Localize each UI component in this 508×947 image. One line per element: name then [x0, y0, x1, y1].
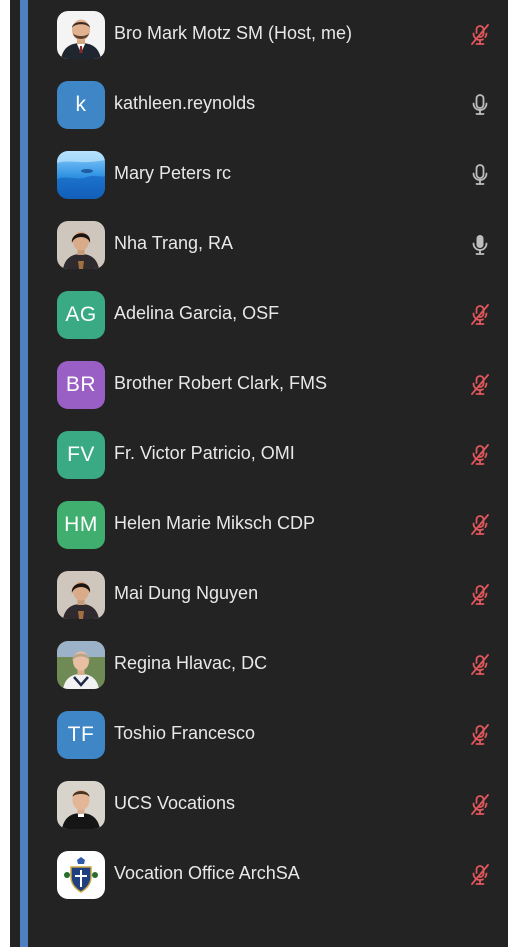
participant-avatar: BR	[57, 361, 105, 409]
participant-row[interactable]: HM Helen Marie Miksch CDP	[10, 490, 508, 560]
mic-icon[interactable]	[466, 91, 494, 119]
participant-name: Mai Dung Nguyen	[114, 583, 259, 603]
mic-muted-icon[interactable]	[466, 511, 494, 539]
participant-row[interactable]: FV Fr. Victor Patricio, OMI	[10, 420, 508, 490]
woman-photo	[57, 571, 105, 619]
participant-name: Regina Hlavac, DC	[114, 653, 268, 673]
participants-panel: Bro Mark Motz SM (Host, me) k kathleen.rey…	[10, 0, 508, 947]
participant-name: Brother Robert Clark, FMS	[114, 373, 328, 393]
participant-avatar: AG	[57, 291, 105, 339]
participant-name: Vocation Office ArchSA	[114, 863, 300, 883]
participant-row[interactable]: Nha Trang, RA	[10, 210, 508, 280]
participant-avatar: HM	[57, 501, 105, 549]
ocean-photo	[57, 151, 105, 199]
participant-avatar	[57, 151, 105, 199]
archdiocese-crest-logo	[57, 851, 105, 899]
participant-name: Nha Trang, RA	[114, 233, 234, 253]
mic-muted-icon[interactable]	[466, 21, 494, 49]
avatar-initials: BR	[65, 373, 97, 396]
avatar-initials: k	[75, 93, 87, 116]
priest-photo	[57, 781, 105, 829]
mic-muted-icon[interactable]	[466, 301, 494, 329]
participant-row[interactable]: Mai Dung Nguyen	[10, 560, 508, 630]
participant-row[interactable]: Bro Mark Motz SM (Host, me)	[10, 0, 508, 70]
man-in-suit-photo	[57, 11, 105, 59]
mic-muted-icon[interactable]	[466, 791, 494, 819]
avatar-initials: TF	[67, 723, 95, 746]
avatar-initials: HM	[64, 513, 98, 536]
mic-muted-icon[interactable]	[466, 371, 494, 399]
participant-avatar	[57, 11, 105, 59]
participant-row[interactable]: TF Toshio Francesco	[10, 700, 508, 770]
participant-row[interactable]: Vocation Office ArchSA	[10, 840, 508, 910]
participant-avatar	[57, 781, 105, 829]
participant-name: kathleen.reynolds	[114, 93, 256, 113]
participant-avatar	[57, 641, 105, 689]
participant-name: Mary Peters rc	[114, 163, 232, 183]
participant-name: Helen Marie Miksch CDP	[114, 513, 316, 533]
participant-name: Bro Mark Motz SM (Host, me)	[114, 23, 353, 43]
participant-row[interactable]: BR Brother Robert Clark, FMS	[10, 350, 508, 420]
participant-avatar	[57, 851, 105, 899]
mic-muted-icon[interactable]	[466, 581, 494, 609]
avatar-initials: FV	[67, 443, 95, 466]
participant-name: Fr. Victor Patricio, OMI	[114, 443, 295, 463]
mic-muted-icon[interactable]	[466, 721, 494, 749]
participant-avatar: k	[57, 81, 105, 129]
participant-row[interactable]: Mary Peters rc	[10, 140, 508, 210]
participant-name: Adelina Garcia, OSF	[114, 303, 280, 323]
mic-muted-icon[interactable]	[466, 441, 494, 469]
mic-muted-icon[interactable]	[466, 861, 494, 889]
woman-outdoor-photo	[57, 641, 105, 689]
avatar-initials: AG	[65, 303, 97, 326]
participant-row[interactable]: UCS Vocations	[10, 770, 508, 840]
participant-avatar	[57, 571, 105, 619]
woman-photo	[57, 221, 105, 269]
participant-avatar	[57, 221, 105, 269]
participant-avatar: TF	[57, 711, 105, 759]
participant-row[interactable]: Regina Hlavac, DC	[10, 630, 508, 700]
participant-avatar: FV	[57, 431, 105, 479]
mic-filled-icon[interactable]	[466, 231, 494, 259]
participant-name: Toshio Francesco	[114, 723, 256, 743]
participant-name: UCS Vocations	[114, 793, 236, 813]
mic-icon[interactable]	[466, 161, 494, 189]
participant-row[interactable]: k kathleen.reynolds	[10, 70, 508, 140]
participant-row[interactable]: AG Adelina Garcia, OSF	[10, 280, 508, 350]
mic-muted-icon[interactable]	[466, 651, 494, 679]
